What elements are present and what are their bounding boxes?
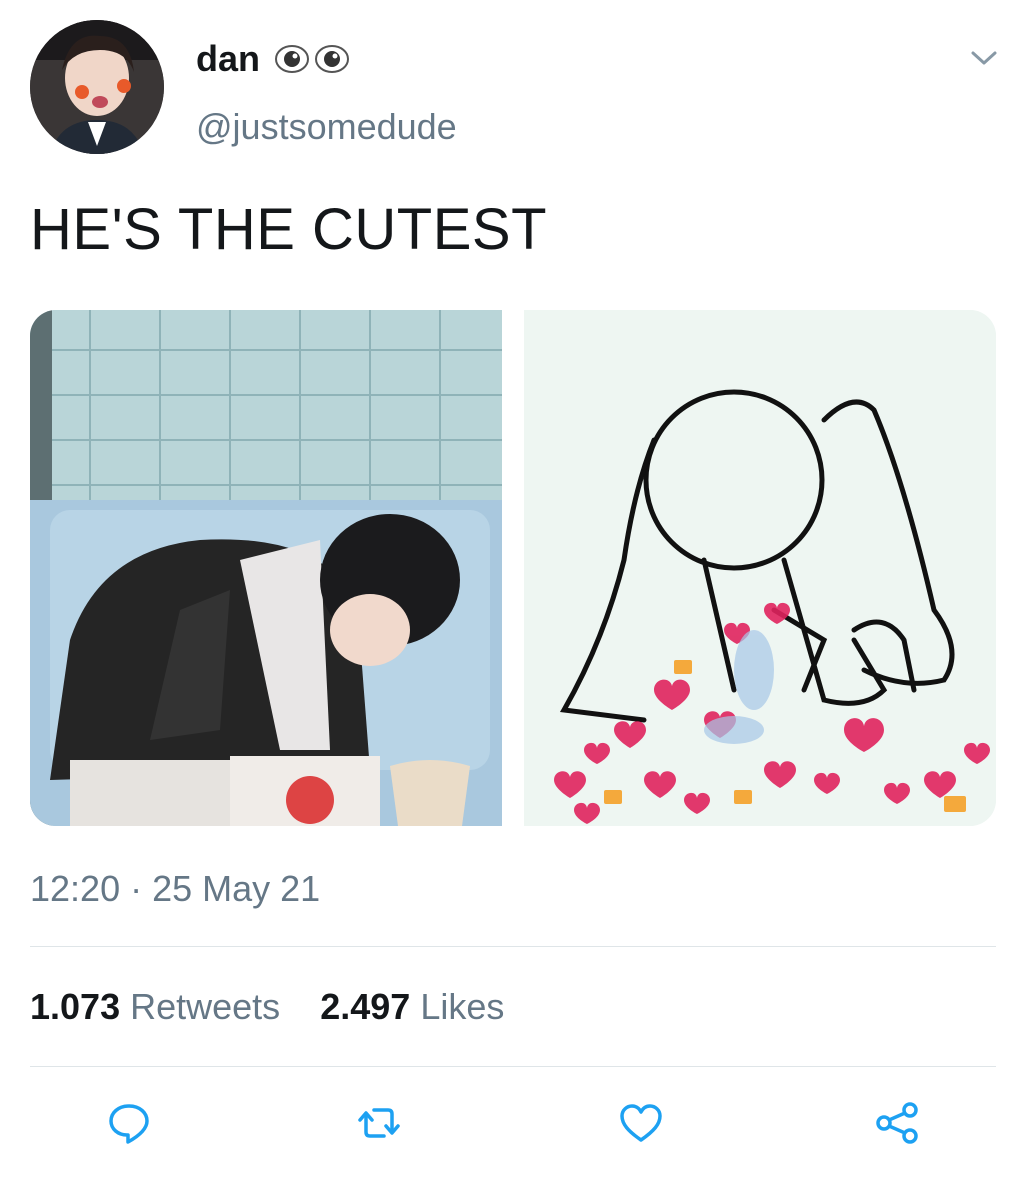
divider <box>30 1066 996 1067</box>
likes-count: 2.497 <box>320 986 411 1027</box>
chevron-down-icon[interactable] <box>970 48 998 68</box>
likes-stat[interactable]: 2.497 Likes <box>320 986 504 1027</box>
tweet-text: HE'S THE CUTEST <box>30 197 548 262</box>
retweets-stat[interactable]: 1.073 Retweets <box>30 986 280 1027</box>
likes-label: Likes <box>420 986 505 1027</box>
media-photo-left[interactable] <box>30 310 502 826</box>
user-handle[interactable]: @justsomedude <box>196 106 457 148</box>
tweet-stats: 1.073 Retweets 2.497 Likes <box>30 986 504 1028</box>
eyes-icon <box>274 44 350 74</box>
avatar-photo <box>30 20 164 154</box>
like-icon[interactable] <box>618 1100 664 1146</box>
reply-icon[interactable] <box>106 1100 152 1146</box>
retweet-icon[interactable] <box>356 1100 402 1146</box>
divider <box>30 946 996 947</box>
retweets-label: Retweets <box>130 986 281 1027</box>
tweet-detail: dan @justsomedude HE'S THE CUTEST 12:20 … <box>0 0 1026 1200</box>
media-grid <box>30 310 996 826</box>
user-name-text: dan <box>196 38 261 79</box>
media-drawing-right[interactable] <box>524 310 996 826</box>
tweet-timestamp[interactable]: 12:20 · 25 May 21 <box>30 868 320 910</box>
share-icon[interactable] <box>874 1100 920 1146</box>
retweets-count: 1.073 <box>30 986 121 1027</box>
avatar[interactable] <box>30 20 164 154</box>
display-name[interactable]: dan <box>196 38 350 80</box>
